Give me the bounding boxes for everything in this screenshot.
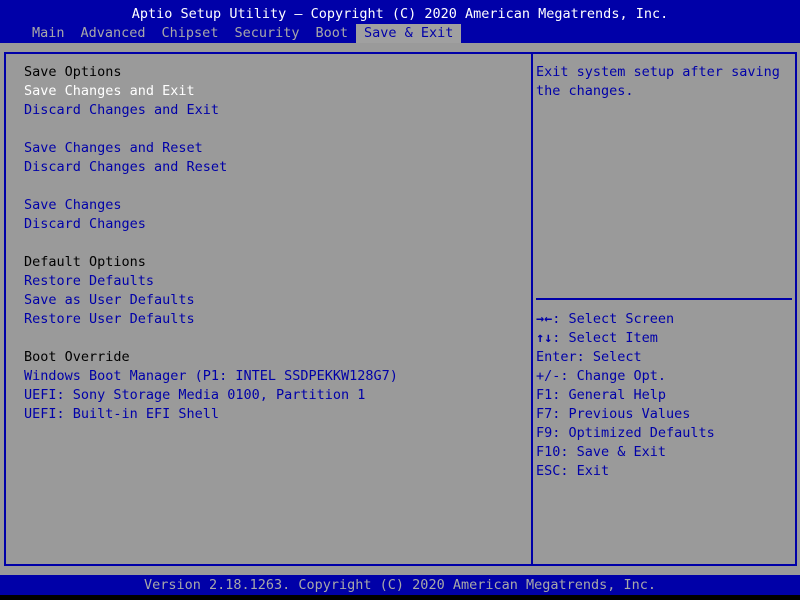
- key-hint-esc: ESC: Exit: [536, 463, 610, 479]
- footer-bar: Version 2.18.1263. Copyright (C) 2020 Am…: [0, 575, 800, 595]
- options-panel: Save Options Save Changes and Exit Disca…: [4, 52, 533, 566]
- boot-override-sony-item[interactable]: UEFI: Sony Storage Media 0100, Partition…: [24, 386, 365, 405]
- key-hint-select-screen: →←: Select Screen: [536, 310, 674, 329]
- tab-advanced[interactable]: Advanced: [73, 24, 154, 43]
- boot-override-efi-shell-item[interactable]: UEFI: Built-in EFI Shell: [24, 405, 219, 424]
- key-hint-enter: Enter: Select: [536, 349, 642, 365]
- discard-changes-item[interactable]: Discard Changes: [24, 215, 146, 234]
- app-title: Aptio Setup Utility – Copyright (C) 2020…: [131, 6, 669, 22]
- setup-body: Save Options Save Changes and Exit Disca…: [0, 43, 800, 575]
- title-bar: Aptio Setup Utility – Copyright (C) 2020…: [0, 0, 800, 43]
- tab-main[interactable]: Main: [24, 24, 73, 43]
- tab-security[interactable]: Security: [226, 24, 307, 43]
- tab-boot[interactable]: Boot: [307, 24, 356, 43]
- save-changes-item[interactable]: Save Changes: [24, 196, 122, 215]
- key-hint-f9: F9: Optimized Defaults: [536, 425, 715, 441]
- help-description: Exit system setup after saving the chang…: [536, 64, 788, 99]
- boot-override-header: Boot Override: [24, 349, 130, 365]
- discard-changes-and-exit-item[interactable]: Discard Changes and Exit: [24, 101, 219, 120]
- key-hint-text: : Select Screen: [552, 311, 675, 327]
- restore-user-defaults-item[interactable]: Restore User Defaults: [24, 310, 195, 329]
- save-changes-and-reset-item[interactable]: Save Changes and Reset: [24, 139, 203, 158]
- save-as-user-defaults-item[interactable]: Save as User Defaults: [24, 291, 195, 310]
- save-changes-and-exit-item[interactable]: Save Changes and Exit: [24, 82, 195, 101]
- version-text: Version 2.18.1263. Copyright (C) 2020 Am…: [143, 577, 657, 593]
- restore-defaults-item[interactable]: Restore Defaults: [24, 272, 154, 291]
- save-options-header: Save Options: [24, 64, 122, 80]
- tab-chipset[interactable]: Chipset: [154, 24, 227, 43]
- key-hint-f1: F1: General Help: [536, 387, 667, 403]
- key-hint-text: : Select Item: [552, 330, 658, 346]
- default-options-header: Default Options: [24, 254, 146, 270]
- key-hint-select-item: ↑↓: Select Item: [536, 329, 658, 348]
- boot-override-windows-item[interactable]: Windows Boot Manager (P1: INTEL SSDPEKKW…: [24, 367, 398, 386]
- help-panel: Exit system setup after saving the chang…: [531, 52, 797, 566]
- help-divider: [536, 298, 792, 300]
- key-hint-change-opt: +/-: Change Opt.: [536, 368, 667, 384]
- up-down-arrows-icon: ↑↓: [536, 330, 553, 346]
- tab-save-exit[interactable]: Save & Exit: [356, 24, 462, 43]
- left-right-arrows-icon: →←: [536, 311, 553, 327]
- discard-changes-and-reset-item[interactable]: Discard Changes and Reset: [24, 158, 227, 177]
- key-hint-f7: F7: Previous Values: [536, 406, 691, 422]
- tab-bar: Main Advanced Chipset Security Boot Save…: [24, 24, 462, 43]
- key-hint-f10: F10: Save & Exit: [536, 444, 667, 460]
